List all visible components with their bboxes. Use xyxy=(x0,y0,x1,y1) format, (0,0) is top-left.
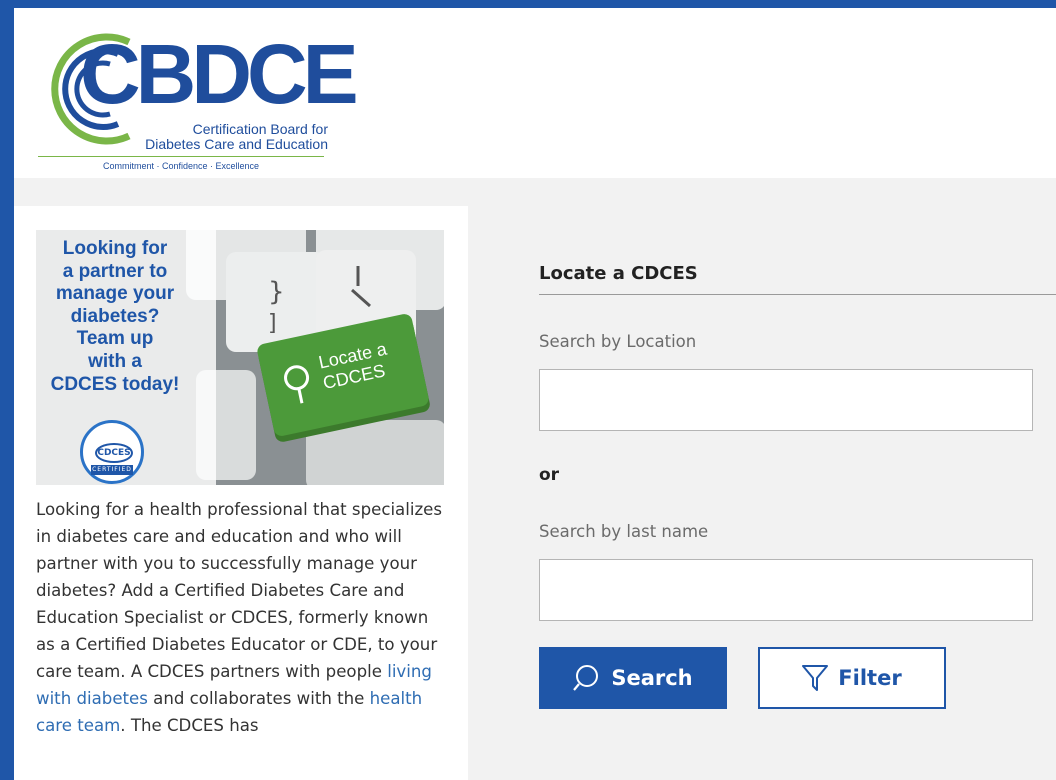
title-divider xyxy=(539,294,1056,295)
or-separator: or xyxy=(539,465,560,485)
promo-line-6: with a xyxy=(88,350,142,372)
logo-subtitle-line1: Certification Board for xyxy=(192,121,328,137)
logo-tagline: Commitment · Confidence · Excellence xyxy=(102,161,260,171)
cdces-certified-badge: CDCES CERTIFIED xyxy=(80,420,144,484)
location-label: Search by Location xyxy=(539,332,697,351)
svg-text:]: ] xyxy=(268,311,277,336)
promo-line-1: Looking for xyxy=(62,238,168,259)
badge-certified: CERTIFIED xyxy=(91,465,133,475)
search-icon xyxy=(573,665,599,691)
magnifier-icon xyxy=(284,365,310,404)
filter-icon xyxy=(802,665,829,691)
filter-button[interactable]: Filter xyxy=(758,647,946,709)
logo-subtitle: Certification Board for Diabetes Care an… xyxy=(138,122,328,152)
search-button[interactable]: Search xyxy=(539,647,727,709)
cbdce-logo[interactable]: CBDCE Certification Board for Diabetes C… xyxy=(34,24,359,182)
promo-image: } ] Looking for a partner to manage your… xyxy=(36,230,444,485)
last-name-label: Search by last name xyxy=(539,522,709,541)
promo-line-5: Team up xyxy=(76,328,154,350)
promo-line-7: CDCES today! xyxy=(50,373,180,395)
last-name-input[interactable] xyxy=(539,559,1033,621)
logo-divider xyxy=(38,156,324,157)
locator-title: Locate a CDCES xyxy=(539,263,698,284)
svg-text:}: } xyxy=(268,277,285,307)
promo-line-4: diabetes? xyxy=(70,305,160,327)
badge-label: CDCES xyxy=(95,443,133,463)
intro-card: } ] Looking for a partner to manage your… xyxy=(14,206,468,780)
filter-button-label: Filter xyxy=(838,666,902,690)
intro-text-part2: and collaborates with the xyxy=(147,689,370,708)
page-frame: CBDCE Certification Board for Diabetes C… xyxy=(14,8,1056,780)
location-input[interactable] xyxy=(539,369,1033,431)
search-button-label: Search xyxy=(611,666,693,690)
locator-panel: Locate a CDCES Search by Location or Sea… xyxy=(539,8,1056,780)
logo-wordmark: CBDCE xyxy=(80,27,359,121)
promo-headline: Looking for a partner to manage your dia… xyxy=(40,238,190,396)
logo-subtitle-line2: Diabetes Care and Education xyxy=(145,136,328,152)
intro-text-part3: . The CDCES has xyxy=(120,716,259,735)
promo-line-2: a partner to xyxy=(62,260,168,282)
intro-text-part1: Looking for a health professional that s… xyxy=(36,500,443,681)
promo-line-3: manage your xyxy=(55,283,175,305)
intro-text: Looking for a health professional that s… xyxy=(36,496,448,739)
key-text: Locate a CDCES xyxy=(317,333,420,394)
